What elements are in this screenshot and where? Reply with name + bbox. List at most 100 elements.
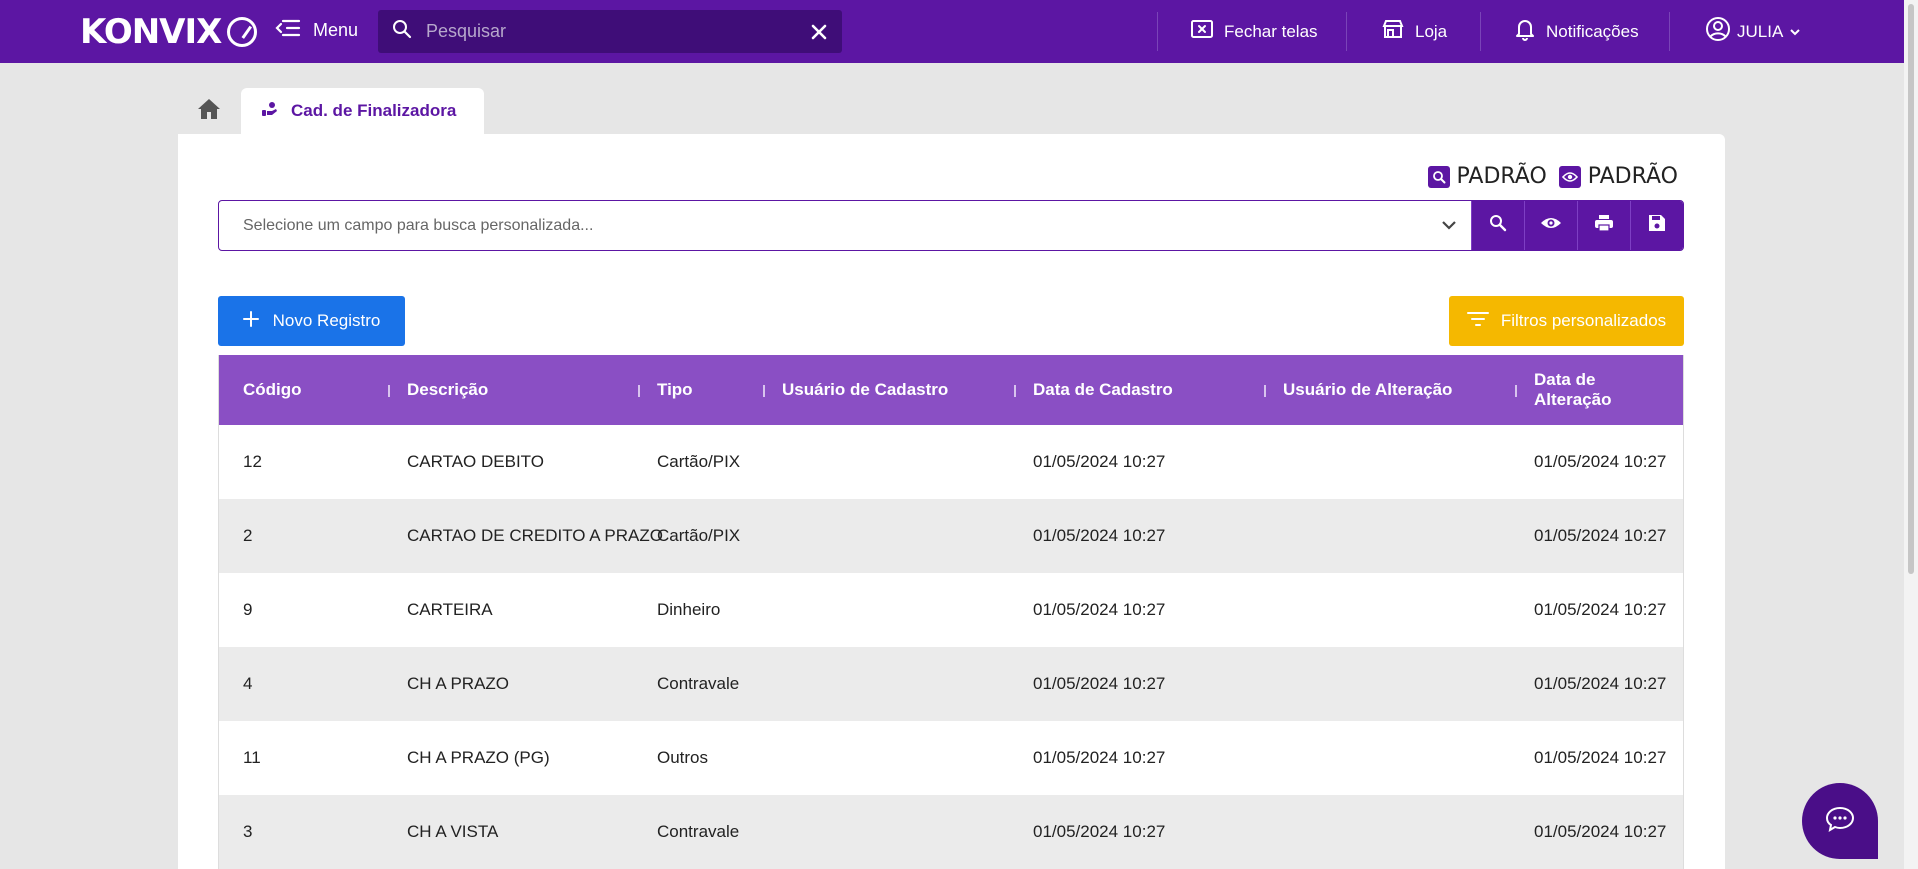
view-button[interactable] xyxy=(1524,201,1577,250)
profile-selectors: PADRÃO PADRÃO xyxy=(1427,164,1678,189)
new-record-label: Novo Registro xyxy=(272,311,381,330)
cell-codigo: 3 xyxy=(243,822,253,841)
cell-data-alteracao: 01/05/2024 10:27 xyxy=(1534,822,1667,841)
finalizer-icon xyxy=(261,101,279,122)
menu-button[interactable]: Menu xyxy=(275,18,358,43)
close-screens-label: Fechar telas xyxy=(1224,21,1318,41)
cell-data-cadastro: 01/05/2024 10:27 xyxy=(1033,748,1166,767)
column-header-usuario-cadastro[interactable]: Usuário de Cadastro xyxy=(758,355,1009,425)
close-screens-button[interactable]: Fechar telas xyxy=(1190,0,1318,63)
global-search xyxy=(378,10,842,53)
cell-descricao: CH A PRAZO xyxy=(407,674,510,693)
divider xyxy=(1346,12,1347,51)
table-row[interactable]: 9 CARTEIRA Dinheiro 01/05/2024 10:27 01/… xyxy=(219,573,1683,647)
column-header-tipo[interactable]: Tipo xyxy=(633,355,758,425)
tab-label: Cad. de Finalizadora xyxy=(291,101,457,120)
search-profile-label: PADRÃO xyxy=(1456,164,1547,189)
menu-icon xyxy=(275,18,301,43)
divider xyxy=(1157,12,1158,51)
eye-icon xyxy=(1540,216,1562,235)
store-label: Loja xyxy=(1415,21,1448,41)
search-profile-icon xyxy=(1427,165,1450,188)
notifications-button[interactable]: Notificações xyxy=(1514,0,1639,63)
custom-search-bar: Selecione um campo para busca personaliz… xyxy=(218,200,1684,251)
main-panel: PADRÃO PADRÃO Selecione um campo para bu… xyxy=(178,134,1725,869)
column-header-usuario-alteracao[interactable]: Usuário de Alteração xyxy=(1259,355,1510,425)
plus-icon xyxy=(242,310,259,332)
close-icon[interactable] xyxy=(810,23,828,41)
filter-icon xyxy=(1466,311,1489,332)
save-button[interactable] xyxy=(1630,201,1683,250)
chat-button[interactable] xyxy=(1802,783,1878,859)
custom-filters-label: Filtros personalizados xyxy=(1500,311,1667,330)
cell-codigo: 4 xyxy=(243,674,253,693)
column-header-descricao[interactable]: Descrição xyxy=(383,355,633,425)
view-profile-selector[interactable]: PADRÃO xyxy=(1558,164,1678,189)
global-search-input[interactable] xyxy=(426,21,810,42)
print-icon xyxy=(1594,214,1614,237)
column-header-codigo[interactable]: Código xyxy=(219,355,383,425)
cell-codigo: 12 xyxy=(243,452,262,471)
top-bar: KONVIX Menu Fechar telas Loja xyxy=(0,0,1904,63)
page-scrollbar[interactable] xyxy=(1904,0,1918,869)
search-icon xyxy=(1489,214,1507,237)
cell-codigo: 11 xyxy=(243,748,261,767)
cell-descricao: CH A VISTA xyxy=(407,822,499,841)
table-header: Código Descrição Tipo Usuário de Cadastr… xyxy=(219,355,1683,425)
save-icon xyxy=(1648,214,1666,237)
chat-icon xyxy=(1825,805,1855,838)
print-button[interactable] xyxy=(1577,201,1630,250)
logo-mark-icon xyxy=(227,17,258,47)
cell-data-cadastro: 01/05/2024 10:27 xyxy=(1033,822,1166,841)
cell-descricao: CARTAO DE CREDITO A PRAZO xyxy=(407,526,663,545)
logo[interactable]: KONVIX xyxy=(80,12,258,52)
table-row[interactable]: 2 CARTAO DE CREDITO A PRAZO Cartão/PIX 0… xyxy=(219,499,1683,573)
cell-codigo: 9 xyxy=(243,600,253,619)
table-row[interactable]: 11 CH A PRAZO (PG) Outros 01/05/2024 10:… xyxy=(219,721,1683,795)
user-circle-icon xyxy=(1705,16,1731,47)
table-row[interactable]: 4 CH A PRAZO Contravale 01/05/2024 10:27… xyxy=(219,647,1683,721)
cell-data-alteracao: 01/05/2024 10:27 xyxy=(1534,526,1667,545)
search-button[interactable] xyxy=(1471,201,1524,250)
home-icon xyxy=(197,99,221,124)
cell-descricao: CH A PRAZO (PG) xyxy=(407,748,550,767)
search-profile-selector[interactable]: PADRÃO xyxy=(1427,164,1547,189)
cell-data-alteracao: 01/05/2024 10:27 xyxy=(1534,452,1667,471)
notifications-label: Notificações xyxy=(1546,21,1639,41)
chevron-down-icon xyxy=(1789,22,1801,42)
column-header-data-cadastro[interactable]: Data de Cadastro xyxy=(1009,355,1259,425)
tab-finalizer-registration[interactable]: Cad. de Finalizadora xyxy=(241,88,484,134)
scrollbar-thumb[interactable] xyxy=(1908,4,1914,574)
new-record-button[interactable]: Novo Registro xyxy=(218,296,405,346)
cell-tipo: Outros xyxy=(657,748,709,767)
logo-text: KONVIX xyxy=(80,12,222,52)
store-button[interactable]: Loja xyxy=(1381,0,1447,63)
cell-descricao: CARTAO DEBITO xyxy=(407,452,544,471)
user-menu[interactable]: JULIA xyxy=(1705,0,1801,63)
store-icon xyxy=(1381,18,1405,45)
close-screens-icon xyxy=(1190,18,1214,45)
search-icon xyxy=(392,19,412,44)
menu-label: Menu xyxy=(313,20,359,40)
column-header-data-alteracao[interactable]: Data de Alteração xyxy=(1510,355,1645,425)
cell-data-cadastro: 01/05/2024 10:27 xyxy=(1033,674,1166,693)
custom-filters-button[interactable]: Filtros personalizados xyxy=(1449,296,1684,346)
eye-icon xyxy=(1558,165,1581,188)
records-table: Código Descrição Tipo Usuário de Cadastr… xyxy=(218,355,1684,869)
divider xyxy=(1480,12,1481,51)
cell-tipo: Contravale xyxy=(657,674,740,693)
custom-search-field-select[interactable]: Selecione um campo para busca personaliz… xyxy=(219,201,1471,250)
cell-tipo: Contravale xyxy=(657,822,740,841)
cell-data-alteracao: 01/05/2024 10:27 xyxy=(1534,748,1667,767)
cell-tipo: Cartão/PIX xyxy=(657,526,741,545)
view-profile-label: PADRÃO xyxy=(1587,164,1678,189)
home-tab[interactable] xyxy=(197,98,221,125)
chevron-down-icon xyxy=(1441,217,1457,235)
table-row[interactable]: 3 CH A VISTA Contravale 01/05/2024 10:27… xyxy=(219,795,1683,869)
bell-icon xyxy=(1514,17,1536,46)
cell-tipo: Cartão/PIX xyxy=(657,452,741,471)
custom-search-placeholder: Selecione um campo para busca personaliz… xyxy=(243,216,594,234)
cell-data-cadastro: 01/05/2024 10:27 xyxy=(1033,452,1166,471)
cell-codigo: 2 xyxy=(243,526,253,545)
table-row[interactable]: 12 CARTAO DEBITO Cartão/PIX 01/05/2024 1… xyxy=(219,425,1683,499)
